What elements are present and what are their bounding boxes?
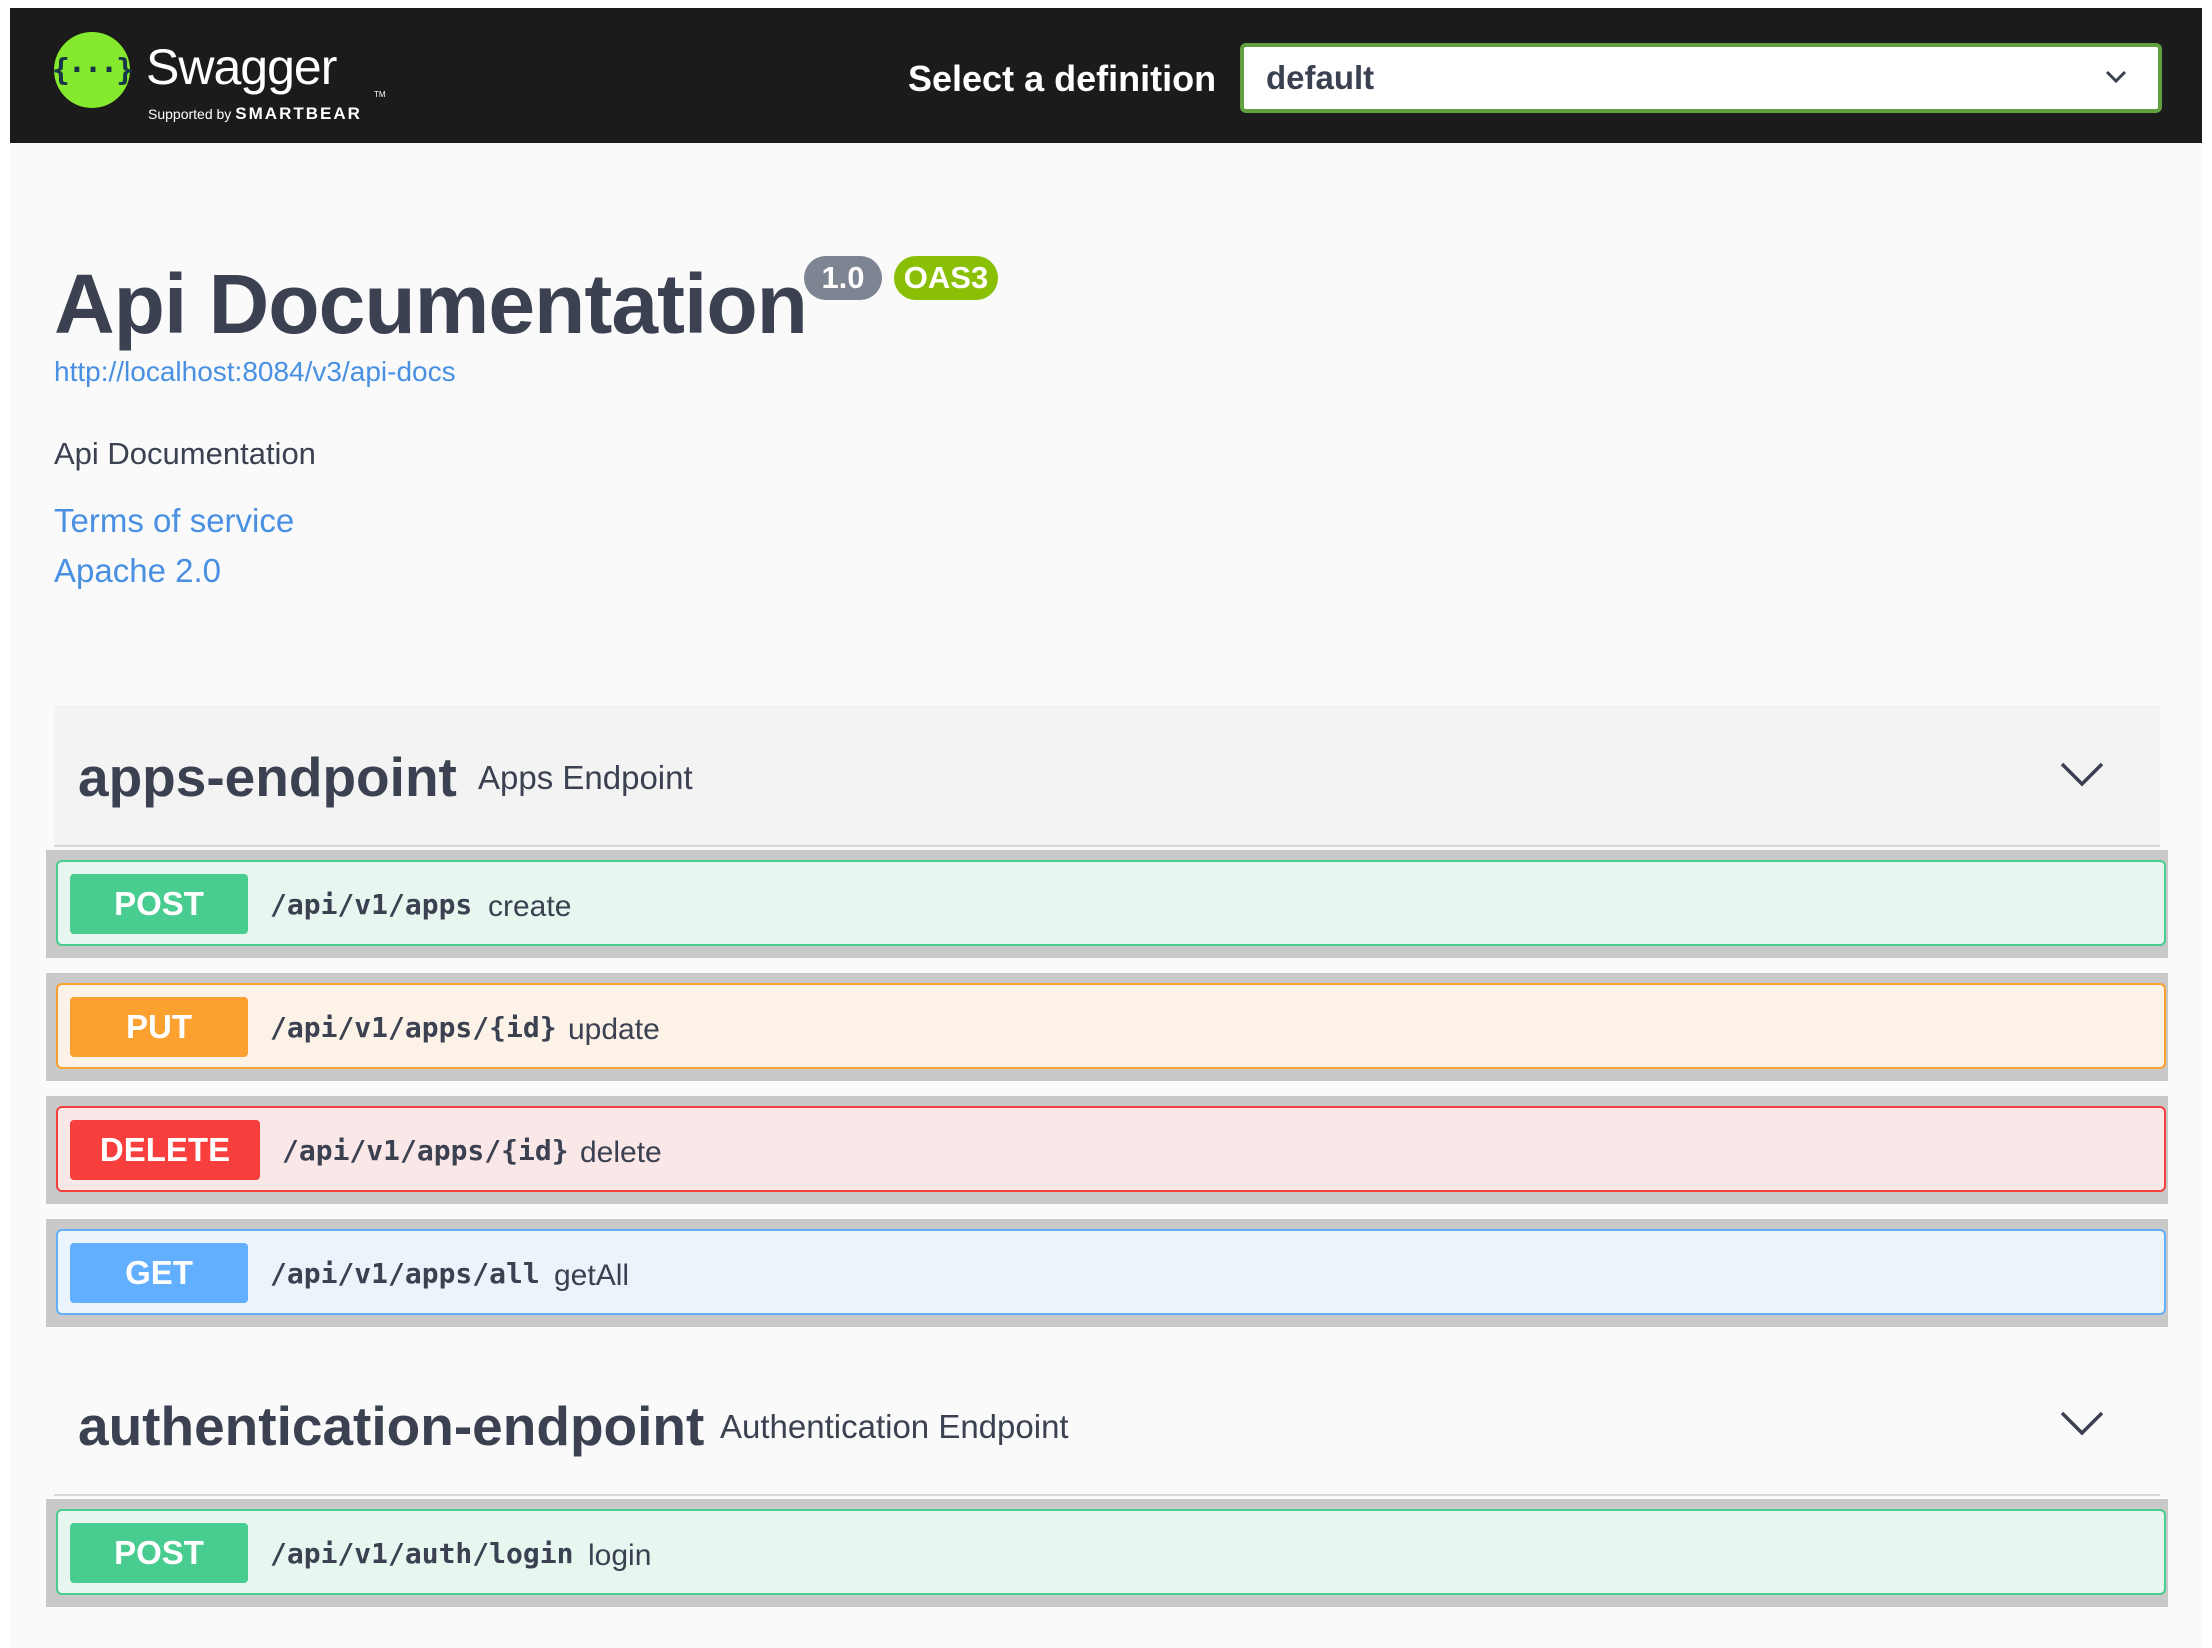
method-badge-get: GET [70,1243,248,1303]
operation-post-auth-login: POST /api/v1/auth/login login [46,1499,2168,1607]
definition-select-value: default [1266,59,1375,96]
operation-path: /api/v1/auth/login [270,1537,574,1570]
chevron-down-icon[interactable] [2060,1410,2104,1438]
operation-row[interactable]: PUT /api/v1/apps/{id} update [56,983,2166,1069]
api-description: Api Documentation [54,436,316,471]
operation-path: /api/v1/apps [270,888,473,921]
tag-description: Apps Endpoint [478,759,693,796]
method-badge-post: POST [70,874,248,934]
version-badge: 1.0 [804,256,882,300]
swagger-logo-icon: {···} [52,32,134,108]
tag-header-apps-endpoint[interactable]: apps-endpoint Apps Endpoint [54,705,2160,847]
page-title: Api Documentation [54,257,808,351]
operation-path: /api/v1/apps/{id} [282,1134,569,1167]
swagger-ui-page: {···} Swagger TM Supported by SMARTBEAR S… [10,8,2202,1648]
operation-summary: getAll [554,1259,630,1292]
method-badge-put: PUT [70,997,248,1057]
operation-path: /api/v1/apps/all [270,1257,540,1290]
operation-get-apps-all: GET /api/v1/apps/all getAll [46,1219,2168,1327]
tag-name: apps-endpoint [78,746,457,808]
license-link[interactable]: Apache 2.0 [54,552,221,590]
operation-delete-apps-id: DELETE /api/v1/apps/{id} delete [46,1096,2168,1204]
operation-row[interactable]: DELETE /api/v1/apps/{id} delete [56,1106,2166,1192]
logo-subtitle: Supported by SMARTBEAR [148,104,362,123]
operation-post-apps: POST /api/v1/apps create [46,850,2168,958]
definition-select[interactable]: default [1240,43,2162,113]
operation-summary: login [588,1539,652,1572]
method-badge-post: POST [70,1523,248,1583]
operation-summary: create [488,890,572,923]
operation-put-apps-id: PUT /api/v1/apps/{id} update [46,973,2168,1081]
oas-badge: OAS3 [894,256,998,300]
tag-header-authentication-endpoint[interactable]: authentication-endpoint Authentication E… [54,1354,2160,1496]
spec-url-link[interactable]: http://localhost:8084/v3/api-docs [54,356,456,388]
tag-description: Authentication Endpoint [720,1408,1069,1445]
operation-path: /api/v1/apps/{id} [270,1011,557,1044]
operation-row[interactable]: GET /api/v1/apps/all getAll [56,1229,2166,1315]
operation-row[interactable]: POST /api/v1/apps create [56,860,2166,946]
operation-summary: delete [580,1136,662,1169]
logo-text: Swagger [146,39,337,95]
operation-summary: update [568,1013,660,1046]
select-definition-label: Select a definition [908,58,1217,99]
topbar: {···} Swagger TM Supported by SMARTBEAR S… [10,8,2202,143]
terms-of-service-link[interactable]: Terms of service [54,502,294,540]
swagger-logo[interactable]: {···} Swagger TM Supported by SMARTBEAR [52,32,386,132]
chevron-down-icon[interactable] [2060,761,2104,789]
chevron-down-icon [2105,70,2127,84]
tag-name: authentication-endpoint [78,1395,705,1457]
method-badge-delete: DELETE [70,1120,260,1180]
operation-row[interactable]: POST /api/v1/auth/login login [56,1509,2166,1595]
